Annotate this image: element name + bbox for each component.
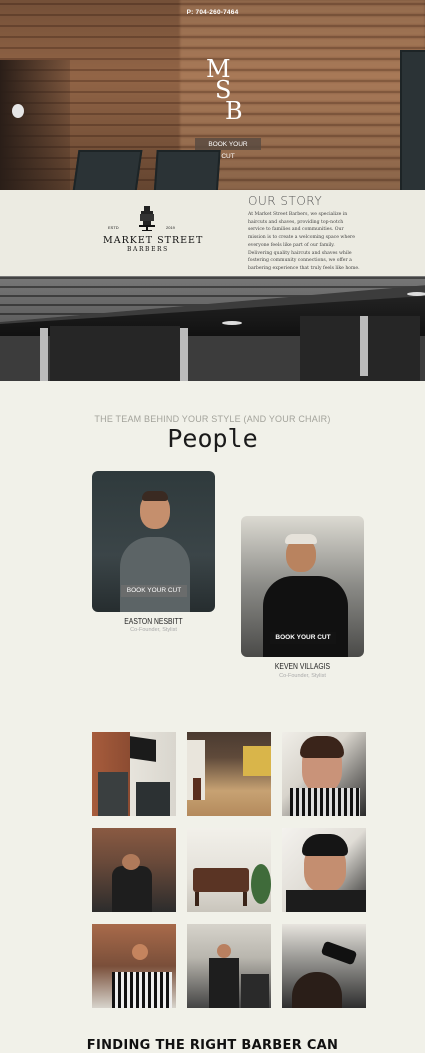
people-title: People <box>167 424 258 453</box>
barber-chair-icon <box>139 206 155 231</box>
member-name: KEVEN VILLAGIS <box>274 662 331 671</box>
team-subtitle: THE TEAM BEHIND YOUR STYLE (AND YOUR CHA… <box>94 414 331 424</box>
team-member-card[interactable]: BOOK YOUR CUT <box>92 471 215 612</box>
gallery-image-waiting-bench[interactable] <box>187 828 271 912</box>
window <box>153 150 221 190</box>
window <box>400 50 425 190</box>
gallery-image-barber-shop-cut[interactable] <box>187 924 271 1008</box>
our-story-title: OUR STORY <box>248 194 323 208</box>
gallery-image-fade-haircut[interactable] <box>282 828 366 912</box>
window <box>71 150 143 190</box>
gallery-image-barber-cutting[interactable] <box>92 924 176 1008</box>
gallery-image-haircut-side[interactable] <box>282 732 366 816</box>
book-your-cut-button[interactable]: BOOK YOUR CUT <box>270 632 336 644</box>
gallery-image-barber-chair[interactable] <box>92 828 176 912</box>
gallery-image-clipper-cut[interactable] <box>282 924 366 1008</box>
member-name: EASTON NESBITT <box>124 617 183 626</box>
book-your-cut-button[interactable]: BOOK YOUR CUT <box>121 585 187 597</box>
ceiling-light <box>407 292 425 296</box>
our-story-section <box>0 190 425 276</box>
wall-lamp <box>12 104 24 118</box>
member-role: Co-Founder, Stylist <box>130 627 177 633</box>
msb-logo[interactable]: M S B <box>200 55 250 125</box>
book-your-cut-button[interactable]: BOOK YOUR CUT <box>195 138 261 160</box>
our-story-text: At Market Street Barbers, we specialize … <box>248 212 360 271</box>
ceiling-light <box>222 321 242 325</box>
storefront-photo <box>0 276 425 381</box>
market-street-logo: ESTD 2019 MARKET STREET BARBERS <box>100 205 210 255</box>
gallery-image-storefront[interactable] <box>92 732 176 816</box>
member-role: Co-Founder, Stylist <box>279 673 326 679</box>
gallery-image-shop-interior[interactable] <box>187 732 271 816</box>
phone-number[interactable]: P: 704-260-7464 <box>0 9 425 16</box>
team-member-card[interactable]: BOOK YOUR CUT <box>241 516 364 657</box>
section-heading: FINDING THE RIGHT BARBER CAN <box>86 1038 339 1053</box>
